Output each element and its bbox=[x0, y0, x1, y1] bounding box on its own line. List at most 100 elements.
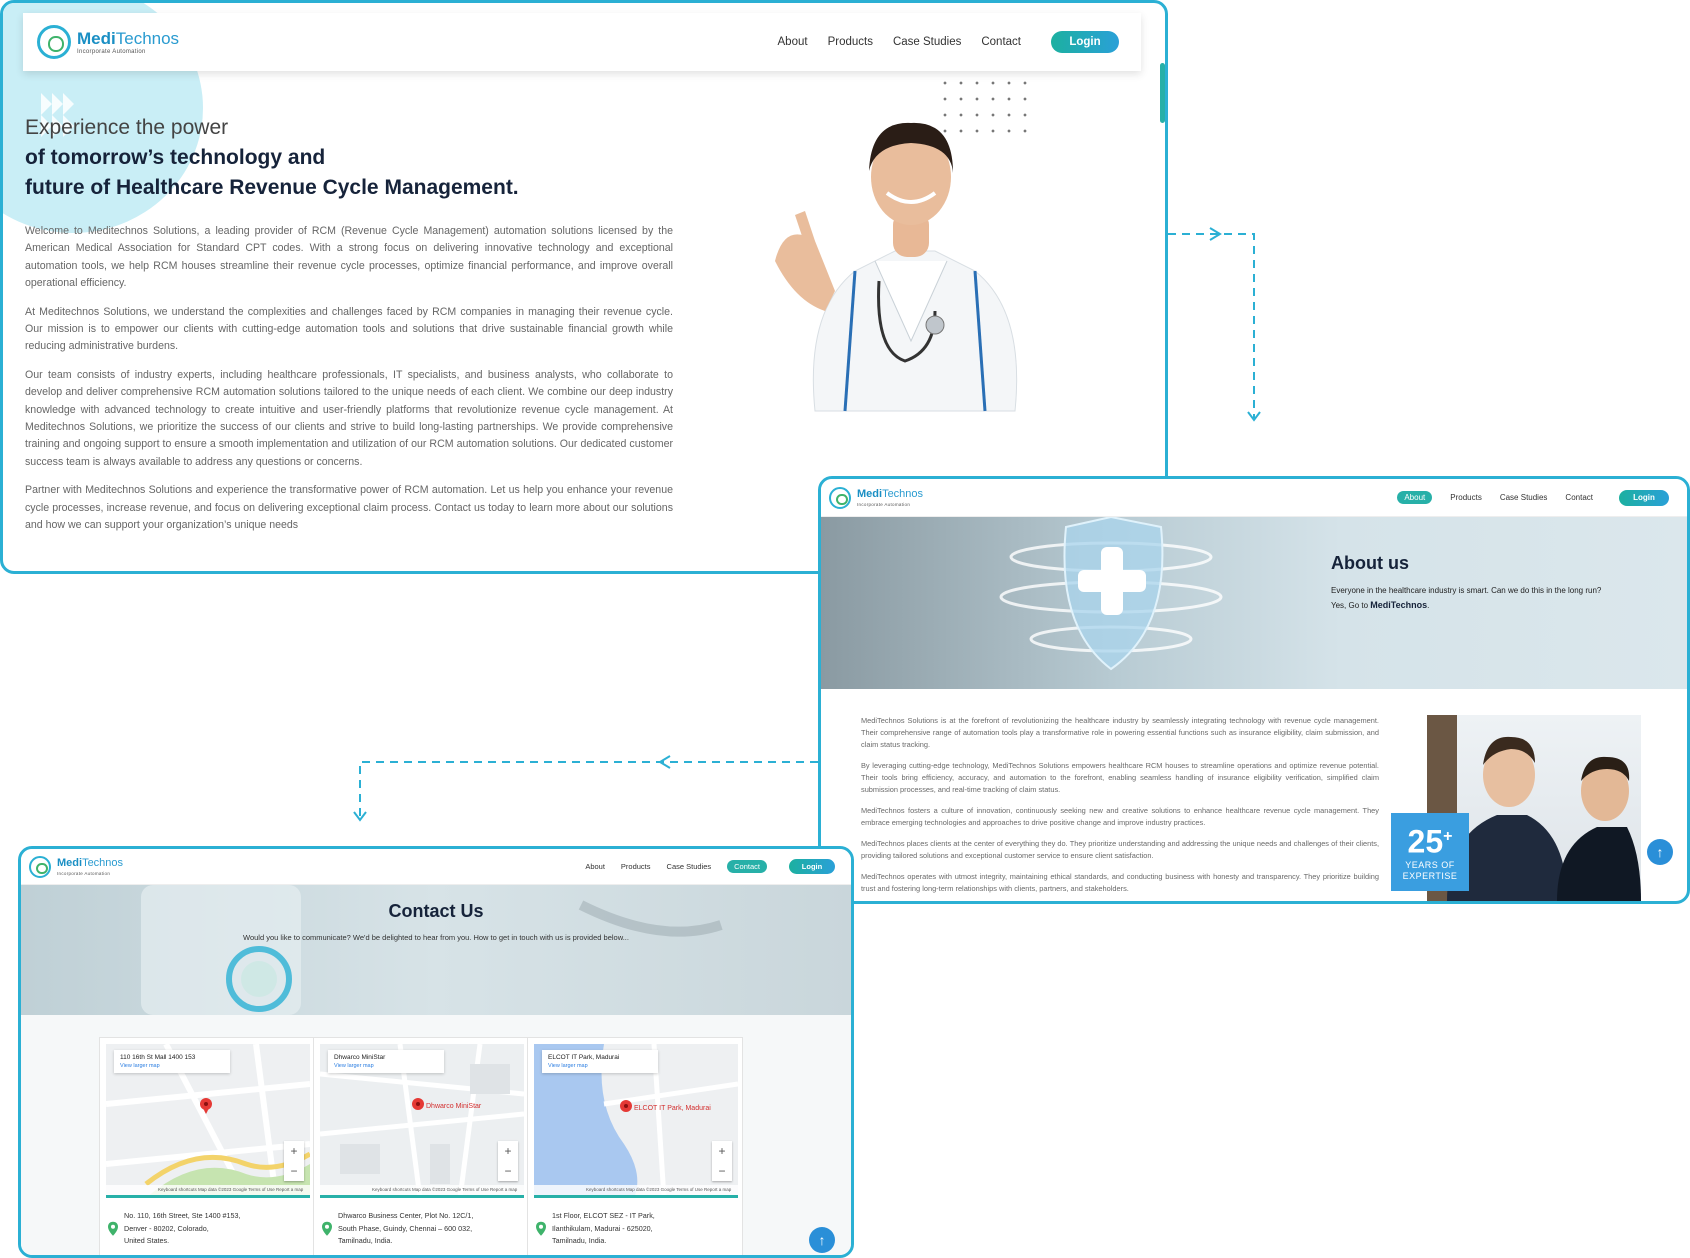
brand-logo[interactable]: MediTechnos Incorporate Automation bbox=[829, 486, 924, 509]
address-line: United States. bbox=[124, 1236, 170, 1245]
map-place-card[interactable]: Dhwarco MiniStar View larger map bbox=[328, 1050, 444, 1073]
address-line: Dhwarco Business Center, Plot No. 12C/1, bbox=[338, 1211, 474, 1220]
address-line: South Phase, Guindy, Chennai – 600 032, bbox=[338, 1223, 473, 1233]
contact-locations: 110 16th St Mall 1400 153 View larger map… bbox=[21, 1015, 851, 1255]
nav-products[interactable]: Products bbox=[1450, 493, 1482, 502]
nav-products[interactable]: Products bbox=[621, 862, 651, 871]
login-button[interactable]: Login bbox=[1619, 489, 1669, 506]
view-larger-map-link[interactable]: View larger map bbox=[120, 1063, 224, 1069]
hero-paragraph: At Meditechnos Solutions, we understand … bbox=[25, 305, 673, 353]
brand-name-technos: Technos bbox=[115, 28, 180, 48]
brand-logo[interactable]: MediTechnos Incorporate Automation bbox=[29, 855, 124, 878]
nav-case-studies[interactable]: Case Studies bbox=[1500, 493, 1548, 502]
nav-case-studies[interactable]: Case Studies bbox=[667, 862, 712, 871]
map-attribution: Keyboard shortcuts Map data ©2023 Google… bbox=[320, 1185, 524, 1195]
view-larger-map-link[interactable]: View larger map bbox=[548, 1063, 652, 1069]
scroll-top-button[interactable]: ↑ bbox=[809, 1227, 835, 1253]
brand-tagline: Incorporate Automation bbox=[57, 870, 111, 876]
nav-products[interactable]: Products bbox=[828, 36, 873, 48]
nav-links: About Products Case Studies Contact Logi… bbox=[778, 31, 1119, 53]
map-embed[interactable]: ELCOT IT Park, Madurai ELCOT IT Park, Ma… bbox=[534, 1044, 738, 1198]
logo-icon bbox=[37, 25, 71, 59]
about-subtitle-end: . bbox=[1427, 601, 1430, 610]
address-line: Tamilnadu, India. bbox=[338, 1236, 393, 1245]
nav-links: About Products Case Studies Contact Logi… bbox=[1397, 489, 1669, 506]
about-paragraph: MediTechnos fosters a culture of innovat… bbox=[861, 806, 1379, 827]
login-button[interactable]: Login bbox=[1051, 31, 1119, 53]
about-page-screenshot: MediTechnos Incorporate Automation About… bbox=[818, 476, 1690, 904]
map-place-card[interactable]: ELCOT IT Park, Madurai View larger map bbox=[542, 1050, 658, 1073]
address-line: 1st Floor, ELCOT SEZ - IT Park, bbox=[552, 1211, 655, 1220]
about-subtitle-brand: MediTechnos bbox=[1370, 600, 1428, 610]
arrow-up-icon: ↑ bbox=[818, 1232, 826, 1248]
about-paragraph: MediTechnos Solutions is at the forefron… bbox=[861, 716, 1379, 749]
arrow-up-icon: ↑ bbox=[1656, 844, 1664, 860]
location-card: Dhwarco MiniStar Dhwarco MiniStar View la… bbox=[313, 1037, 529, 1255]
main-navbar: MediTechnos Incorporate Automation About… bbox=[23, 13, 1141, 71]
contact-title: Contact Us bbox=[388, 901, 484, 921]
about-banner: About us Everyone in the healthcare indu… bbox=[821, 517, 1687, 689]
contact-banner: Contact Us Would you like to communicate… bbox=[21, 885, 851, 1015]
hero-line-2: of tomorrow’s technology and bbox=[25, 146, 326, 169]
location-pin-icon bbox=[108, 1221, 118, 1236]
map-zoom-controls[interactable]: + − bbox=[498, 1141, 518, 1181]
map-place-title: 110 16th St Mall 1400 153 bbox=[120, 1054, 196, 1061]
about-paragraph: By leveraging cutting-edge technology, M… bbox=[861, 761, 1379, 794]
hero-description: Welcome to Meditechnos Solutions, a lead… bbox=[25, 223, 673, 546]
nav-case-studies[interactable]: Case Studies bbox=[893, 36, 961, 48]
location-address: No. 110, 16th Street, Ste 1400 #153, Den… bbox=[108, 1210, 308, 1248]
location-pin-icon bbox=[536, 1221, 546, 1236]
view-larger-map-link[interactable]: View larger map bbox=[334, 1063, 438, 1069]
shield-icon bbox=[999, 517, 1223, 671]
map-embed[interactable]: 110 16th St Mall 1400 153 View larger map… bbox=[106, 1044, 310, 1198]
address-line: No. 110, 16th Street, Ste 1400 #153, bbox=[124, 1211, 241, 1220]
nav-about[interactable]: About bbox=[1397, 491, 1433, 504]
brand-name-medi: Medi bbox=[857, 487, 883, 500]
scroll-top-button[interactable]: ↑ bbox=[1647, 839, 1673, 865]
about-navbar: MediTechnos Incorporate Automation About… bbox=[821, 479, 1687, 517]
brand-logo[interactable]: MediTechnos Incorporate Automation bbox=[37, 25, 179, 59]
about-title: About us bbox=[1331, 553, 1409, 573]
hero-line-3: future of Healthcare Revenue Cycle Manag… bbox=[25, 176, 519, 199]
nav-about[interactable]: About bbox=[778, 36, 808, 48]
brand-name-technos: Technos bbox=[882, 487, 924, 500]
brand-tagline: Incorporate Automation bbox=[857, 501, 911, 507]
about-paragraph: MediTechnos places clients at the center… bbox=[861, 839, 1379, 860]
contact-subtitle: Would you like to communicate? We'd be d… bbox=[243, 933, 629, 942]
about-subtitle: Everyone in the healthcare industry is s… bbox=[1331, 583, 1611, 613]
brand-name-medi: Medi bbox=[77, 28, 116, 48]
about-paragraph: MediTechnos operates with utmost integri… bbox=[861, 872, 1379, 893]
address-line: Denver - 80202, Colorado, bbox=[124, 1223, 209, 1233]
doctor-image bbox=[775, 122, 1018, 412]
brand-name-technos: Technos bbox=[82, 856, 124, 869]
nav-about[interactable]: About bbox=[585, 862, 605, 871]
hero-paragraph: Welcome to Meditechnos Solutions, a lead… bbox=[25, 225, 673, 290]
map-embed[interactable]: Dhwarco MiniStar Dhwarco MiniStar View la… bbox=[320, 1044, 524, 1198]
address-line: Tamilnadu, India. bbox=[552, 1236, 607, 1245]
hero-heading: Experience the power of tomorrow’s techn… bbox=[25, 113, 665, 203]
map-pin-label: ELCOT IT Park, Madurai bbox=[634, 1105, 711, 1112]
location-address: Dhwarco Business Center, Plot No. 12C/1,… bbox=[322, 1210, 522, 1248]
scrollbar-thumb[interactable] bbox=[1160, 63, 1165, 123]
login-button[interactable]: Login bbox=[789, 859, 835, 874]
nav-contact[interactable]: Contact bbox=[981, 36, 1021, 48]
brand-tagline: Incorporate Automation bbox=[77, 48, 146, 55]
map-zoom-controls[interactable]: + − bbox=[284, 1141, 304, 1181]
nav-contact[interactable]: Contact bbox=[727, 860, 767, 873]
nav-contact[interactable]: Contact bbox=[1565, 493, 1593, 502]
map-place-title: Dhwarco MiniStar bbox=[334, 1054, 386, 1061]
map-place-card[interactable]: 110 16th St Mall 1400 153 View larger map bbox=[114, 1050, 230, 1073]
map-place-title: ELCOT IT Park, Madurai bbox=[548, 1054, 620, 1061]
about-description: MediTechnos Solutions is at the forefron… bbox=[861, 715, 1379, 901]
logo-icon bbox=[829, 486, 851, 509]
expertise-label-1: YEARS OF bbox=[1405, 859, 1455, 870]
address-line: Ilanthikulam, Madurai - 625020, bbox=[552, 1223, 653, 1233]
expertise-plus: + bbox=[1443, 828, 1453, 845]
location-pin-icon bbox=[322, 1221, 332, 1236]
hero-line-1: Experience the power bbox=[25, 116, 229, 139]
contact-page-screenshot: MediTechnos Incorporate Automation About… bbox=[18, 846, 854, 1258]
location-card: 110 16th St Mall 1400 153 View larger map… bbox=[99, 1037, 315, 1255]
location-card: ELCOT IT Park, Madurai ELCOT IT Park, Ma… bbox=[527, 1037, 743, 1255]
brand-name-medi: Medi bbox=[57, 856, 83, 869]
map-zoom-controls[interactable]: + − bbox=[712, 1141, 732, 1181]
